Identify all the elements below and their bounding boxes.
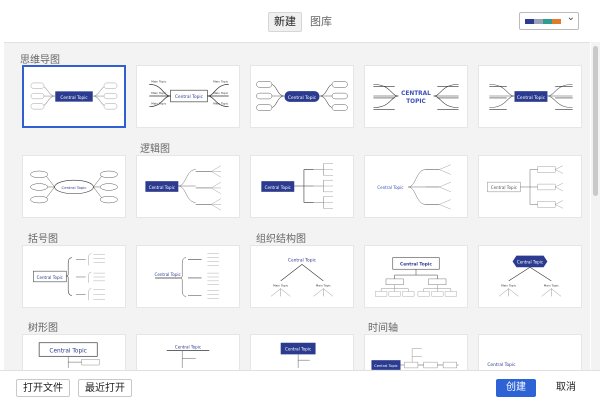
vertical-scrollbar[interactable]: [591, 42, 600, 370]
template-card-tree-2[interactable]: Central Topic: [136, 334, 240, 371]
section-label-org: 组织结构图: [256, 234, 306, 245]
template-card-mindmap-1[interactable]: Central Topic: [22, 65, 126, 128]
template-thumbnail: Central Topic: [377, 164, 451, 210]
template-thumbnail: Central Topic: [261, 163, 333, 209]
scrollbar-thumb[interactable]: [593, 46, 598, 196]
svg-text:Central Topic: Central Topic: [265, 185, 291, 190]
template-thumbnail: Central Topic: [145, 165, 222, 211]
svg-text:CENTRAL: CENTRAL: [401, 91, 431, 97]
svg-text:Central Topic: Central Topic: [288, 257, 317, 263]
open-file-button[interactable]: 打开文件: [16, 379, 70, 397]
section-label-tree: 树形图: [28, 323, 58, 334]
cancel-button[interactable]: 取消: [546, 379, 586, 397]
svg-text:Central Topic: Central Topic: [491, 185, 517, 190]
svg-text:Main Topic: Main Topic: [544, 284, 559, 288]
svg-text:Central Topic: Central Topic: [517, 95, 546, 101]
section-label-timeline: 时间轴: [368, 323, 398, 334]
template-card-timeline-1[interactable]: Central Topic: [364, 334, 468, 371]
template-card-logic-5[interactable]: Central Topic: [478, 155, 582, 218]
create-button[interactable]: 创建: [496, 379, 536, 397]
template-thumbnail: Central Topic: [280, 342, 316, 368]
svg-text:Central Topic: Central Topic: [517, 259, 543, 264]
svg-text:Main Topic: Main Topic: [151, 79, 166, 83]
theme-swatch-navy: [525, 19, 534, 24]
template-thumbnail: Central Topic: [30, 170, 118, 204]
view-tabs: 新建 图库: [268, 12, 338, 32]
template-thumbnail: Central Topic: [166, 345, 210, 368]
section-label-mindmap: 思维导图: [20, 55, 60, 66]
template-thumbnail: Central Topic: [33, 253, 105, 301]
svg-text:Main Topic: Main Topic: [151, 91, 166, 95]
svg-text:Central Topic: Central Topic: [49, 348, 87, 354]
theme-swatch-orange: [552, 19, 561, 24]
template-card-brace-2[interactable]: Central Topic: [136, 245, 240, 308]
svg-text:Main Topic: Main Topic: [316, 284, 331, 288]
svg-text:Central Topic: Central Topic: [175, 94, 204, 100]
recent-open-button[interactable]: 最近打开: [78, 379, 132, 397]
svg-text:Central Topic: Central Topic: [60, 95, 88, 100]
svg-text:Central Topic: Central Topic: [37, 275, 63, 280]
svg-text:Main Topic: Main Topic: [213, 91, 228, 95]
template-thumbnail: Central Topic: [489, 84, 573, 110]
svg-text:Main Topic: Main Topic: [273, 284, 288, 288]
top-bar: 新建 图库 ⌄: [0, 0, 600, 42]
svg-text:Main Topic: Main Topic: [213, 102, 228, 106]
template-card-mindmap-2[interactable]: Central Topic Main Topic Main Topic Main…: [136, 65, 240, 128]
svg-text:Main Topic: Main Topic: [501, 284, 516, 288]
template-gallery: 思维导图 逻辑图 括号图 组织结构图 树形图 时间轴 Central Topic…: [4, 42, 590, 371]
chevron-down-icon: ⌄: [566, 12, 575, 23]
template-thumbnail: Central Topic: [487, 362, 516, 368]
template-card-timeline-2[interactable]: Central Topic: [478, 334, 582, 371]
template-thumbnail: Central Topic Main Topic Main Topic: [498, 255, 562, 297]
theme-color-dropdown[interactable]: ⌄: [519, 12, 579, 30]
svg-text:Central Topic: Central Topic: [377, 185, 403, 190]
svg-text:Central Topic: Central Topic: [288, 95, 317, 101]
svg-text:TOPIC: TOPIC: [406, 99, 426, 105]
template-thumbnail: Central Topic: [38, 342, 100, 368]
theme-swatch-gray: [534, 19, 543, 24]
template-card-logic-3[interactable]: Central Topic: [250, 155, 354, 218]
theme-swatch-teal: [543, 19, 552, 24]
template-thumbnail: CENTRAL TOPIC: [373, 84, 459, 110]
template-card-logic-4[interactable]: Central Topic: [364, 155, 468, 218]
template-card-logic-2[interactable]: Central Topic: [136, 155, 240, 218]
template-thumbnail: Central Topic: [256, 81, 348, 111]
template-card-org-1[interactable]: Central Topic Main Topic Main Topic: [250, 245, 354, 308]
template-card-org-2[interactable]: Central Topic: [364, 245, 468, 308]
tab-new[interactable]: 新建: [268, 12, 302, 32]
template-thumbnail: Central Topic: [487, 165, 564, 209]
svg-text:Central Topic: Central Topic: [487, 362, 516, 368]
template-thumbnail: Central Topic: [155, 253, 219, 299]
template-thumbnail: Central Topic: [375, 257, 457, 297]
template-thumbnail: Central Topic Main Topic Main Topic Main…: [149, 79, 229, 108]
template-card-brace-1[interactable]: Central Topic: [22, 245, 126, 308]
section-label-brace: 括号图: [28, 234, 58, 245]
template-thumbnail: Central Topic: [371, 348, 459, 370]
svg-text:Central Topic: Central Topic: [155, 272, 181, 277]
bottom-action-bar: 打开文件 最近打开 创建 取消: [0, 370, 600, 405]
svg-text:Central Topic: Central Topic: [374, 364, 398, 368]
svg-text:Central Topic: Central Topic: [285, 346, 311, 351]
svg-text:Main Topic: Main Topic: [213, 79, 228, 83]
svg-text:Main Topic: Main Topic: [151, 102, 166, 106]
template-card-mindmap-4[interactable]: CENTRAL TOPIC: [364, 65, 468, 128]
svg-text:Central Topic: Central Topic: [175, 345, 201, 350]
tab-gallery[interactable]: 图库: [304, 12, 338, 32]
template-card-tree-1[interactable]: Central Topic: [22, 334, 126, 371]
template-card-mindmap-3[interactable]: Central Topic: [250, 65, 354, 128]
svg-text:Central Topic: Central Topic: [400, 261, 432, 267]
template-card-org-3[interactable]: Central Topic Main Topic Main Topic: [478, 245, 582, 308]
section-label-logic: 逻辑图: [140, 144, 170, 155]
template-thumbnail: Central Topic: [30, 82, 118, 110]
svg-text:Central Topic: Central Topic: [149, 185, 175, 190]
template-thumbnail: Central Topic Main Topic Main Topic: [270, 257, 334, 297]
svg-text:Central Topic: Central Topic: [62, 185, 87, 190]
template-card-mindmap-5[interactable]: Central Topic: [478, 65, 582, 128]
template-card-tree-3[interactable]: Central Topic: [250, 334, 354, 371]
template-card-logic-1[interactable]: Central Topic: [22, 155, 126, 218]
